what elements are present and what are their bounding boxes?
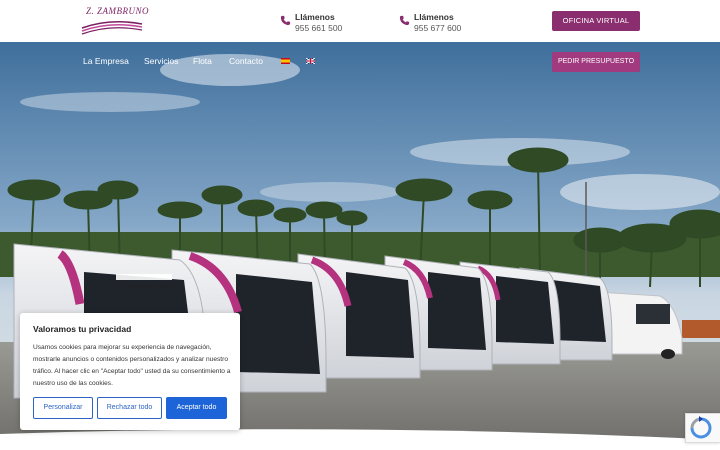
- customize-cookies-button[interactable]: Personalizar: [33, 397, 93, 419]
- phone-icon: [280, 15, 291, 26]
- logo-swoosh-icon: [81, 20, 143, 35]
- nav-item-contacto[interactable]: Contacto: [229, 56, 263, 66]
- phone-number[interactable]: 955 661 500: [295, 23, 342, 33]
- logo-lettering: Z. ZAMBRUNO: [86, 6, 150, 16]
- cookie-description: Usamos cookies para mejorar su experienc…: [33, 344, 231, 387]
- site-header: Z. ZAMBRUNO Llámenos 955 661 500 Llámeno…: [0, 0, 720, 42]
- phone-number[interactable]: 955 677 600: [414, 23, 461, 33]
- oficina-virtual-button[interactable]: OFICINA VIRTUAL: [552, 11, 640, 31]
- cookie-title: Valoramos tu privacidad: [33, 324, 132, 334]
- reject-all-button[interactable]: Rechazar todo: [97, 397, 162, 419]
- phone-icon: [399, 15, 410, 26]
- cookie-consent-banner: Valoramos tu privacidad Usamos cookies p…: [20, 313, 240, 430]
- bus-destination-sign: reszambruno.es: [118, 283, 174, 291]
- nav-item-servicios[interactable]: Servicios: [144, 56, 178, 66]
- nav-item-la-empresa[interactable]: La Empresa: [83, 56, 129, 66]
- company-logo[interactable]: Z. ZAMBRUNO: [80, 6, 149, 36]
- es-flag-icon[interactable]: [281, 58, 290, 64]
- recaptcha-badge[interactable]: [685, 413, 720, 443]
- pedir-presupuesto-button[interactable]: PEDIR PRESUPUESTO: [552, 52, 640, 72]
- phone-label: Llámenos: [295, 12, 335, 22]
- nav-item-flota[interactable]: Flota: [193, 56, 212, 66]
- phone-label: Llámenos: [414, 12, 454, 22]
- uk-flag-icon[interactable]: [306, 58, 315, 64]
- recaptcha-icon: [690, 416, 712, 439]
- accept-all-button[interactable]: Aceptar todo: [166, 397, 227, 419]
